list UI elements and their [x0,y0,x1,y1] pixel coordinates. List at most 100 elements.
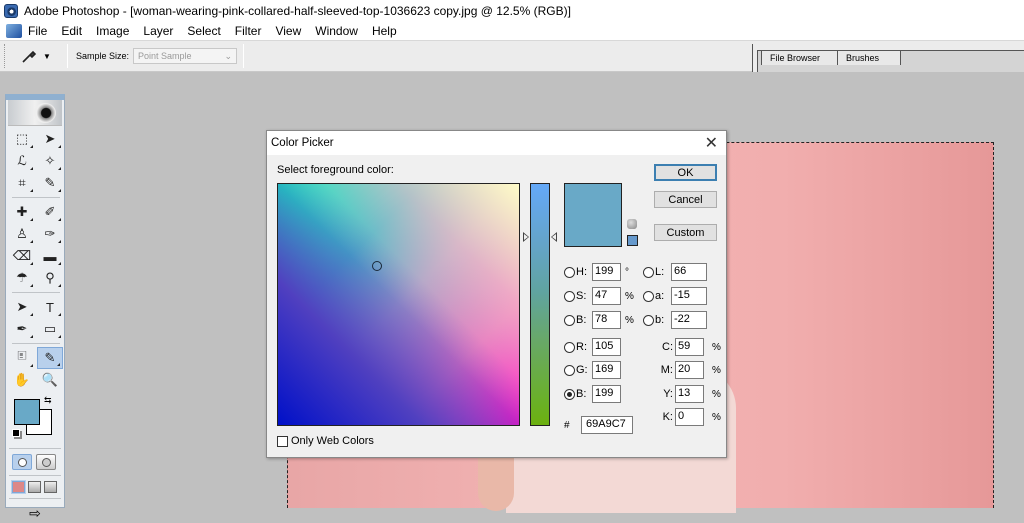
cyan-input[interactable]: 59 [675,338,704,356]
ok-button[interactable]: OK [654,164,717,181]
tool-crop[interactable]: ⌗ [9,172,35,194]
magenta-input[interactable]: 20 [675,361,704,379]
tool-dodge[interactable]: ⚲ [37,267,63,289]
color-slider[interactable] [530,183,550,426]
lab-a-radio[interactable] [643,290,654,302]
full-screen-mode-button[interactable] [44,481,57,493]
palette-well: File Browser Brushes [752,44,1024,72]
yellow-input[interactable]: 13 [675,385,704,403]
slider-left-arrow-icon[interactable] [523,232,529,242]
menu-help[interactable]: Help [372,24,397,38]
menu-filter[interactable]: Filter [235,24,262,38]
foreground-color-swatch[interactable] [14,399,40,425]
hex-label: # [564,419,570,431]
tool-type[interactable]: T [37,296,63,318]
standard-mode-icon [17,457,27,467]
tool-gradient[interactable]: ▬ [37,245,63,267]
blue-input[interactable]: 199 [592,385,621,403]
hue-input[interactable]: 199 [592,263,621,281]
hue-radio[interactable] [564,266,575,278]
slider-right-arrow-icon[interactable] [551,232,557,242]
photoshop-app-icon[interactable] [6,23,22,38]
black-input[interactable]: 0 [675,408,704,426]
tool-history-brush[interactable]: ✑ [37,223,63,245]
lab-l-input[interactable]: 66 [671,263,707,281]
red-input[interactable]: 105 [592,338,621,356]
tool-hand[interactable]: ✋ [9,369,35,391]
shape-icon: ▭ [43,321,57,336]
tool-brush[interactable]: ✐ [37,201,63,223]
tool-slice[interactable]: ✎ [37,172,63,194]
magic-wand-icon: ✧ [44,153,56,168]
screen-modes [6,479,64,495]
tool-zoom[interactable]: 🔍 [37,369,63,391]
divider [12,343,60,344]
options-bar-grip[interactable] [4,44,7,68]
brightness-radio[interactable] [564,314,575,326]
default-colors-icon[interactable] [12,429,20,437]
menu-image[interactable]: Image [96,24,129,38]
tool-lasso[interactable]: ℒ [9,150,35,172]
menu-select[interactable]: Select [187,24,220,38]
dialog-title: Color Picker [271,137,334,149]
magenta-unit: % [712,364,721,376]
saturation-row: S: 47 % [564,287,634,305]
blue-radio[interactable] [564,388,575,400]
tab-file-browser[interactable]: File Browser [761,50,839,65]
sample-size-label: Sample Size: [76,51,130,61]
dodge-icon: ⚲ [45,270,55,285]
green-input[interactable]: 169 [592,361,621,379]
brightness-input[interactable]: 78 [592,311,621,329]
standard-mode-button[interactable] [12,454,32,470]
green-radio[interactable] [564,364,575,376]
color-field[interactable] [277,183,520,426]
hex-input[interactable]: 69A9C7 [581,416,633,434]
tool-marquee[interactable]: ⬚ [9,128,35,150]
menu-layer[interactable]: Layer [143,24,173,38]
saturation-radio[interactable] [564,290,575,302]
menu-edit[interactable]: Edit [61,24,82,38]
notes-icon: 🗉 [17,348,27,363]
tool-blur[interactable]: ☂ [9,267,35,289]
tool-path-selection[interactable]: ➤ [9,296,35,318]
tool-notes[interactable]: 🗉 [9,347,35,369]
jump-to-imageready-button[interactable]: ⇨ [12,503,58,523]
custom-button[interactable]: Custom [654,224,717,241]
web-safe-color-swatch[interactable] [627,235,638,246]
tool-clone-stamp[interactable]: ♙ [9,223,35,245]
color-field-cursor[interactable] [372,261,382,271]
only-web-colors-checkbox[interactable] [277,435,288,447]
lab-b-input[interactable]: -22 [671,311,707,329]
standard-screen-mode-button[interactable] [12,481,25,493]
tool-move[interactable]: ➤ [37,128,63,150]
web-safe-cube-icon[interactable] [627,219,637,229]
toolbox-logo[interactable] [8,100,62,126]
full-screen-menubar-mode-button[interactable] [28,481,41,493]
menu-window[interactable]: Window [315,24,358,38]
cancel-button[interactable]: Cancel [654,191,717,208]
tool-eyedropper[interactable]: ✎ [37,347,63,369]
tab-brushes[interactable]: Brushes [837,50,901,65]
tool-shape[interactable]: ▭ [37,318,63,340]
lab-l-label: L: [655,266,665,278]
tool-pen[interactable]: ✒ [9,318,35,340]
menu-view[interactable]: View [275,24,301,38]
lab-a-row: a: -15 [643,287,707,305]
close-icon[interactable]: ✕ [705,133,718,153]
saturation-input[interactable]: 47 [592,287,621,305]
clone-stamp-icon: ♙ [16,226,28,241]
menu-file[interactable]: File [28,24,47,38]
tool-magic-wand[interactable]: ✧ [37,150,63,172]
lab-b-radio[interactable] [643,314,654,326]
swap-colors-icon[interactable]: ⇆ [44,395,52,406]
lab-l-radio[interactable] [643,266,654,278]
lab-a-input[interactable]: -15 [671,287,707,305]
dialog-title-bar[interactable]: Color Picker ✕ [267,131,726,155]
red-radio[interactable] [564,341,575,353]
divider [9,498,61,499]
tool-eraser[interactable]: ⌫ [9,245,35,267]
sample-size-select[interactable]: Point Sample ⌄ [133,48,238,64]
tool-healing-brush[interactable]: ✚ [9,201,35,223]
quick-mask-mode-button[interactable] [36,454,56,470]
tool-preset-picker[interactable]: ▼ [21,48,61,64]
